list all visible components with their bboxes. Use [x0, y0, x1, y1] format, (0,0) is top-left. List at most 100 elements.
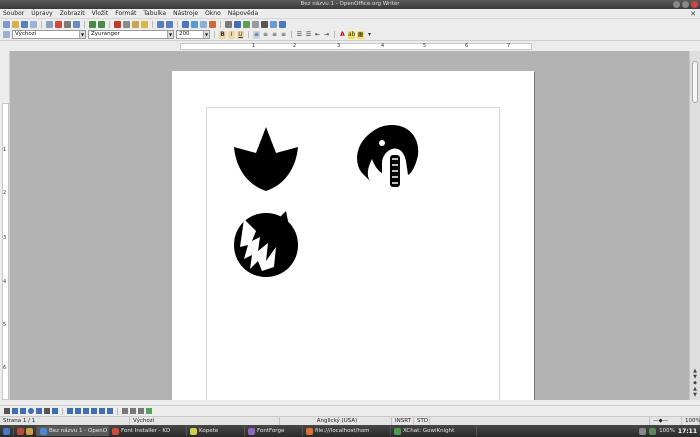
- task-xchat[interactable]: XChat: GowiKnight: [391, 426, 477, 436]
- rectangle-icon[interactable]: [20, 408, 26, 414]
- horizontal-ruler[interactable]: 1 2 3 4 5 6 7: [0, 42, 700, 51]
- zoom-icon[interactable]: [270, 20, 277, 28]
- stars-icon[interactable]: [107, 408, 113, 414]
- help-icon[interactable]: [279, 20, 286, 28]
- print-icon[interactable]: [64, 20, 71, 28]
- menu-insert[interactable]: Vložit: [92, 10, 109, 17]
- redo-icon[interactable]: [166, 20, 173, 28]
- minimize-button[interactable]: [673, 1, 680, 8]
- line-icon[interactable]: [12, 408, 18, 414]
- paragraph-style-value: Výchozí: [15, 31, 37, 37]
- open-icon[interactable]: [12, 20, 19, 28]
- font-size-combo[interactable]: 200 ▼: [176, 30, 210, 39]
- spellcheck-icon[interactable]: [89, 20, 96, 28]
- table-icon[interactable]: [191, 20, 198, 28]
- data-sources-icon[interactable]: [252, 20, 259, 28]
- flowchart-icon[interactable]: [91, 408, 97, 414]
- task-fontforge[interactable]: FontForge: [245, 426, 303, 436]
- cut-icon[interactable]: [114, 20, 121, 28]
- network-icon[interactable]: [649, 427, 657, 435]
- menu-edit[interactable]: Úpravy: [31, 10, 52, 17]
- edit-file-icon[interactable]: [46, 20, 53, 28]
- symbol-shapes-icon[interactable]: [75, 408, 81, 414]
- chevron-down-icon[interactable]: ▼: [79, 31, 85, 38]
- chevron-down-icon[interactable]: ▼: [167, 31, 173, 38]
- task-font-installer[interactable]: Font Installer - KD: [109, 426, 187, 436]
- paste-icon[interactable]: [132, 20, 139, 28]
- find-replace-icon[interactable]: [225, 20, 232, 28]
- menu-file[interactable]: Soubor: [3, 10, 24, 17]
- close-button[interactable]: [691, 1, 698, 8]
- align-right-icon[interactable]: ≡: [271, 31, 278, 39]
- task-browser[interactable]: file:///localhost/hom: [303, 426, 391, 436]
- align-left-icon[interactable]: ≡: [253, 30, 260, 39]
- underline-button[interactable]: U: [237, 30, 244, 39]
- italic-button[interactable]: I: [228, 30, 235, 39]
- page-preview-icon[interactable]: [73, 20, 80, 28]
- scrollbar-thumb[interactable]: [692, 61, 698, 103]
- hyperlink-icon[interactable]: [182, 20, 189, 28]
- close-document-icon[interactable]: ✕: [690, 10, 696, 18]
- points-icon[interactable]: [122, 408, 128, 414]
- text-icon[interactable]: [44, 408, 50, 414]
- menu-help[interactable]: Nápověda: [228, 10, 258, 17]
- justify-icon[interactable]: ≡: [280, 31, 287, 39]
- block-arrows-icon[interactable]: [83, 408, 89, 414]
- callout-icon[interactable]: [52, 408, 58, 414]
- undo-icon[interactable]: [157, 20, 164, 28]
- export-pdf-icon[interactable]: [55, 20, 62, 28]
- align-center-icon[interactable]: ≡: [262, 31, 269, 39]
- kde-menu-button[interactable]: [0, 426, 14, 436]
- callouts-icon[interactable]: [99, 408, 105, 414]
- vertical-ruler[interactable]: 1 2 3 4 5 6: [0, 51, 10, 400]
- quick-launch[interactable]: [14, 426, 37, 436]
- paragraph-style-combo[interactable]: Výchozí ▼: [12, 30, 86, 39]
- show-draw-functions-icon[interactable]: [209, 20, 216, 28]
- fontwork-icon[interactable]: [130, 408, 136, 414]
- copy-icon[interactable]: [123, 20, 130, 28]
- new-document-icon[interactable]: [3, 20, 10, 28]
- ellipse-icon[interactable]: [28, 408, 34, 414]
- formatting-marks-icon[interactable]: [261, 20, 268, 28]
- vertical-scrollbar[interactable]: ▲ ▼ ◆ ▲ ▼: [689, 51, 700, 400]
- navigator-icon[interactable]: [234, 20, 241, 28]
- numbering-icon[interactable]: ☰: [296, 31, 303, 39]
- chevron-down-icon[interactable]: ▼: [203, 31, 209, 38]
- document-page[interactable]: [172, 71, 534, 400]
- maximize-button[interactable]: [682, 1, 689, 8]
- curve-icon[interactable]: [36, 408, 42, 414]
- highlight-icon[interactable]: ab: [348, 30, 356, 39]
- styles-formatting-icon[interactable]: [3, 31, 10, 38]
- task-writer[interactable]: Bez názvu 1 - OpenO: [37, 426, 109, 436]
- from-file-icon[interactable]: [138, 408, 144, 414]
- scroll-buttons[interactable]: ▲ ▼ ◆ ▲ ▼: [691, 368, 699, 398]
- save-icon[interactable]: [21, 20, 28, 28]
- increase-indent-icon[interactable]: ⇥: [323, 31, 330, 39]
- select-arrow-icon[interactable]: [4, 408, 10, 414]
- email-icon[interactable]: [30, 20, 37, 28]
- autospell-icon[interactable]: [98, 20, 105, 28]
- ruler-number: 4: [3, 279, 7, 285]
- task-kopete[interactable]: Kopete: [187, 426, 245, 436]
- decrease-indent-icon[interactable]: ⇤: [314, 31, 321, 39]
- extrusion-icon[interactable]: [146, 408, 152, 414]
- basic-shapes-icon[interactable]: [67, 408, 73, 414]
- clock[interactable]: 17:11: [678, 428, 697, 435]
- background-color-icon[interactable]: ▦: [357, 30, 364, 39]
- bullets-icon[interactable]: ☰: [305, 31, 312, 39]
- menu-view[interactable]: Zobrazit: [60, 10, 85, 17]
- menu-format[interactable]: Formát: [115, 10, 136, 17]
- window-titlebar[interactable]: Bez názvu 1 - OpenOffice.org Writer: [0, 0, 700, 9]
- volume-icon[interactable]: [639, 427, 647, 435]
- bold-button[interactable]: B: [219, 30, 226, 39]
- menu-table[interactable]: Tabulka: [143, 10, 166, 17]
- font-name-combo[interactable]: Zyuranger ▼: [88, 30, 174, 39]
- format-paintbrush-icon[interactable]: [141, 20, 148, 28]
- chart-icon[interactable]: [200, 20, 207, 28]
- font-color-icon[interactable]: A: [339, 31, 346, 39]
- chevron-down-icon[interactable]: ▾: [366, 31, 373, 39]
- document-canvas[interactable]: [10, 51, 689, 400]
- menu-window[interactable]: Okno: [205, 10, 221, 17]
- menu-tools[interactable]: Nástroje: [173, 10, 198, 17]
- gallery-icon[interactable]: [243, 20, 250, 28]
